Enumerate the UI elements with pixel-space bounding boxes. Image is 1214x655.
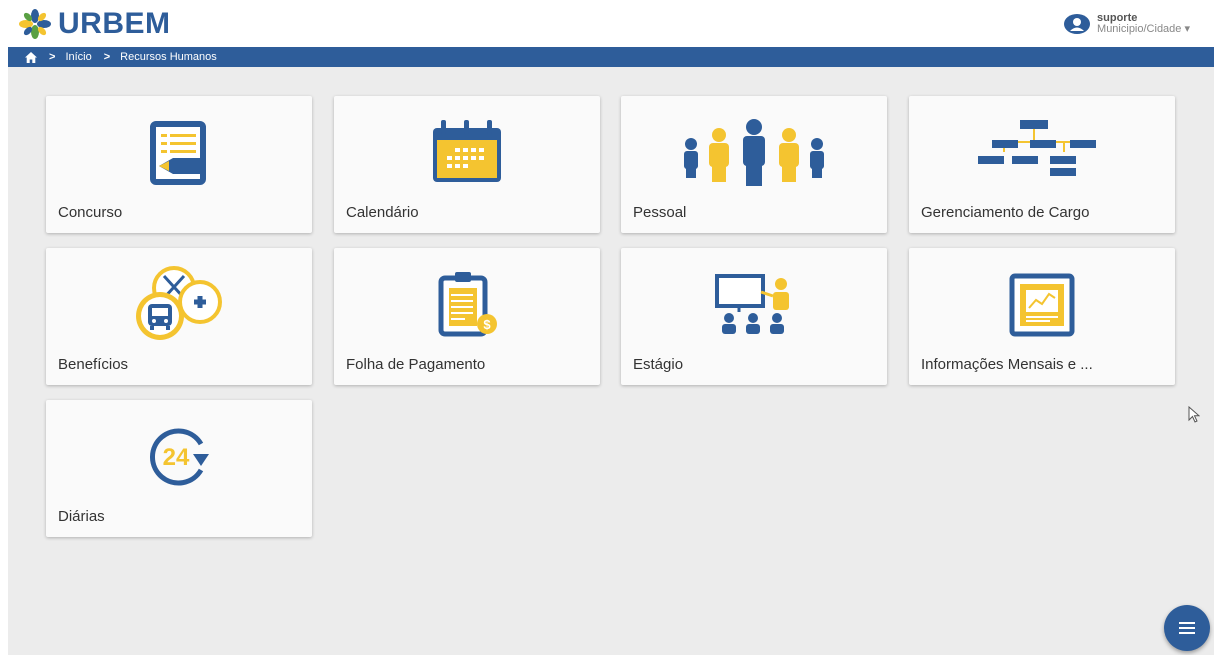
hamburger-icon-line: [1179, 627, 1195, 629]
24h-icon: 24: [150, 428, 209, 486]
breadcrumb-inicio[interactable]: Início: [65, 51, 91, 63]
tile-pessoal[interactable]: Pessoal: [621, 96, 887, 233]
user-location: Municipio/Cidade ▾: [1097, 23, 1190, 35]
monthly-report-icon: [1009, 273, 1075, 337]
main-content: Concurso Calendário Pessoal Gerenciament…: [8, 67, 1214, 655]
home-icon[interactable]: [25, 51, 37, 63]
benefits-icon: [136, 266, 222, 340]
chevron-right-icon: >: [49, 51, 56, 63]
logo-flower-icon: [19, 9, 51, 39]
org-chart-icon: [978, 120, 1096, 176]
user-menu[interactable]: suporte Municipio/Cidade ▾: [1063, 13, 1190, 35]
internship-presentation-icon: [715, 274, 789, 334]
menu-fab-button[interactable]: [1164, 605, 1210, 651]
logo-text: URBEM: [58, 7, 171, 40]
tile-label: Gerenciamento de Cargo: [921, 204, 1090, 221]
tile-beneficios[interactable]: Benefícios: [46, 248, 312, 385]
tile-label: Informações Mensais e ...: [921, 356, 1093, 373]
tile-label: Benefícios: [58, 356, 129, 373]
tile-estagio[interactable]: Estágio: [621, 248, 887, 385]
tile-concurso[interactable]: Concurso: [46, 96, 312, 233]
payroll-clipboard-icon: $: [438, 272, 497, 337]
tile-informacoes-mensais[interactable]: Informações Mensais e ...: [909, 248, 1175, 385]
urbem-logo[interactable]: URBEM: [18, 8, 171, 40]
people-group-icon: [684, 119, 824, 186]
svg-text:$: $: [483, 317, 491, 332]
top-header: URBEM suporte Municipio/Cidade ▾: [0, 0, 1214, 47]
exam-document-icon: [150, 121, 206, 185]
breadcrumb: > Início > Recursos Humanos: [8, 47, 1214, 67]
svg-text:24: 24: [163, 444, 190, 471]
tile-diarias[interactable]: 24 Diárias: [46, 400, 312, 537]
breadcrumb-recursos-humanos[interactable]: Recursos Humanos: [120, 51, 217, 63]
tile-label: Concurso: [58, 204, 123, 221]
user-avatar-icon: [1064, 14, 1091, 34]
tile-label: Folha de Pagamento: [346, 356, 486, 373]
chevron-right-icon: >: [103, 51, 111, 63]
hamburger-icon-line: [1179, 632, 1195, 634]
tile-label: Estágio: [633, 356, 684, 373]
tile-label: Diárias: [58, 508, 105, 525]
tile-label: Pessoal: [633, 204, 687, 221]
tile-calendario[interactable]: Calendário: [334, 96, 600, 233]
tile-label: Calendário: [346, 204, 419, 221]
tile-gerenciamento-de-cargo[interactable]: Gerenciamento de Cargo: [909, 96, 1175, 233]
mouse-cursor-icon: [1188, 406, 1200, 423]
calendar-icon: [433, 120, 501, 182]
tile-folha-de-pagamento[interactable]: $ Folha de Pagamento: [334, 248, 600, 385]
hamburger-icon: [1179, 622, 1195, 624]
